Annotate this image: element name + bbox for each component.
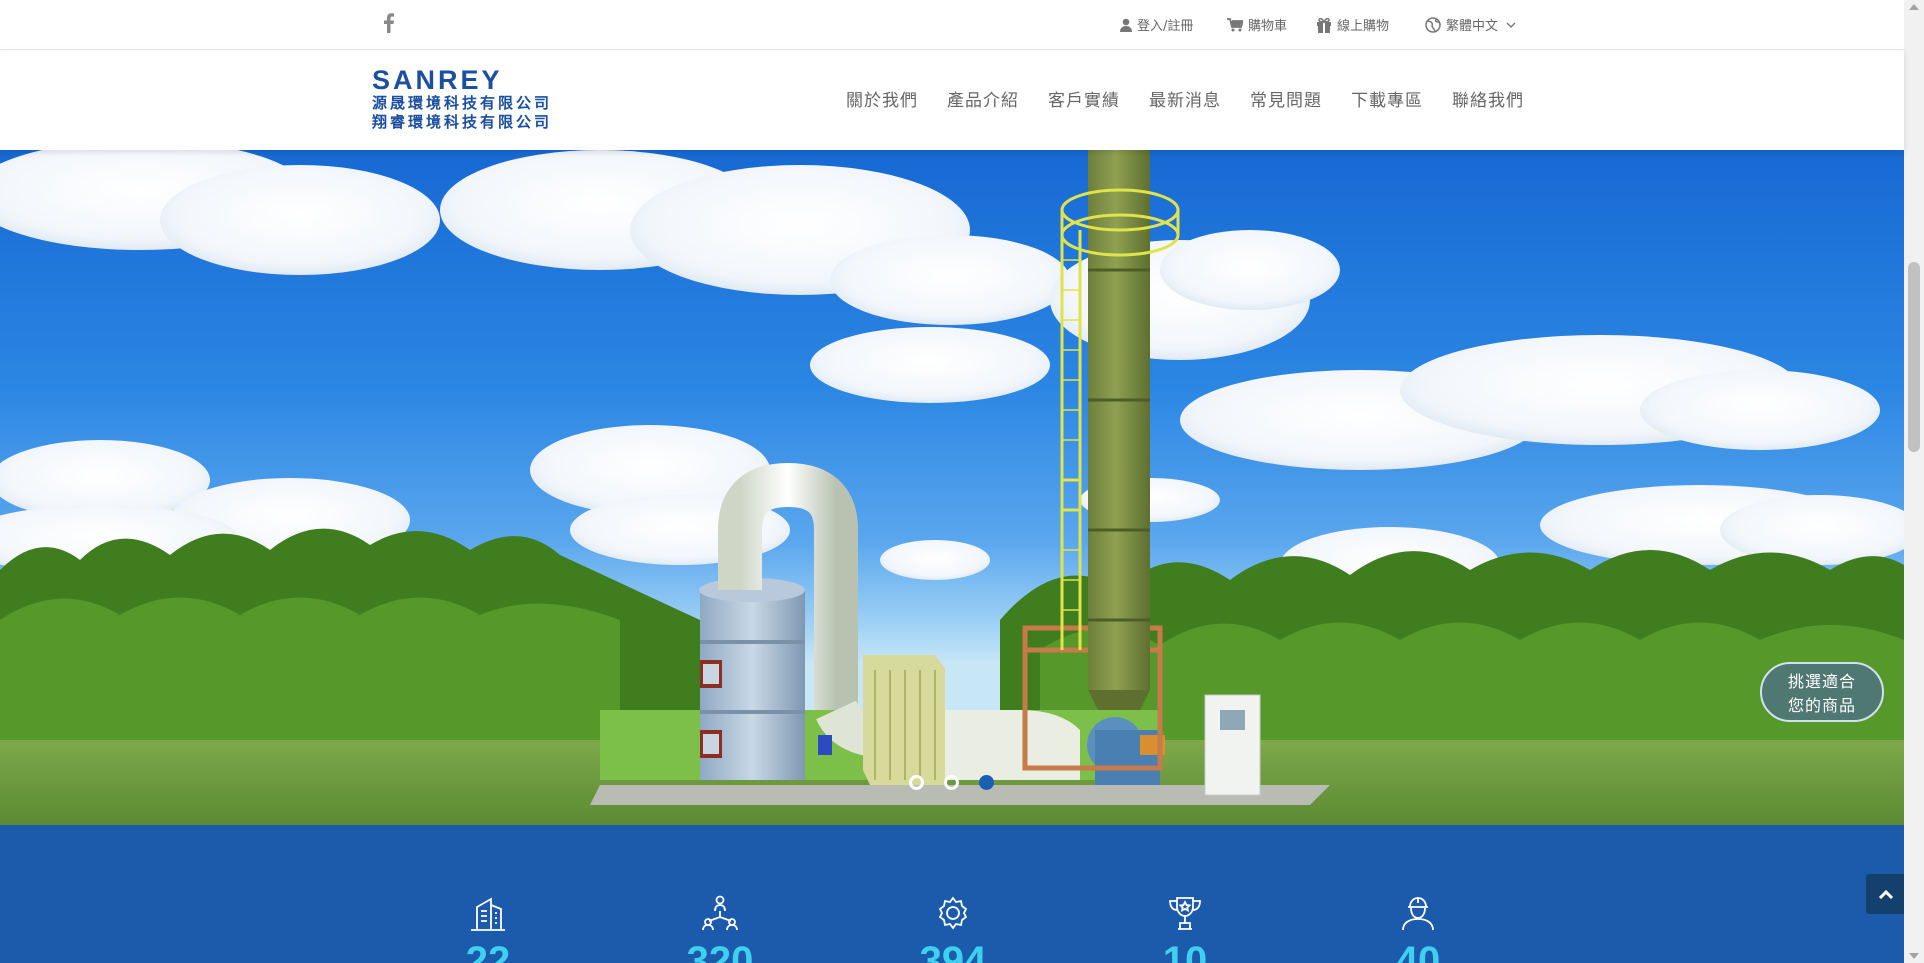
nav-clients[interactable]: 客戶實績 [1048, 86, 1120, 111]
main-menu: 關於我們 產品介紹 客戶實績 最新消息 常見問題 下載專區 聯絡我們 [846, 86, 1553, 111]
main-navbar: SANREY 源晟環境科技有限公司 翔睿環境科技有限公司 關於我們 產品介紹 客… [0, 50, 1904, 150]
nav-products[interactable]: 產品介紹 [947, 86, 1019, 111]
stat-item: 40 [1378, 895, 1458, 963]
stat-value: 40 [1395, 939, 1441, 963]
cart-label: 購物車 [1248, 19, 1288, 34]
scroll-to-top-button[interactable] [1866, 874, 1906, 914]
language-label: 繁體中文 [1446, 19, 1499, 34]
stat-item: 22 [448, 895, 528, 963]
gear-icon [938, 896, 968, 930]
pick-product-button[interactable]: 挑選適合 您的商品 [1760, 662, 1884, 722]
logo-company-line-1: 源晟環境科技有限公司 [372, 94, 553, 112]
company-logo[interactable]: SANREY 源晟環境科技有限公司 翔睿環境科技有限公司 [372, 66, 577, 136]
stat-value: 394 [919, 939, 987, 963]
nav-faq[interactable]: 常見問題 [1250, 86, 1322, 111]
cart-icon [1227, 17, 1243, 31]
stat-value: 10 [1162, 939, 1208, 963]
page-scrollbar[interactable] [1904, 0, 1924, 963]
hero-slider: 挑選適合 您的商品 [0, 150, 1904, 825]
online-shop-link[interactable]: 線上購物 [1316, 15, 1389, 34]
slider-dot-1[interactable] [909, 775, 924, 790]
stat-value: 320 [686, 939, 754, 963]
gift-icon [1317, 17, 1331, 33]
nav-about[interactable]: 關於我們 [846, 86, 918, 111]
stat-item: 320 [680, 895, 760, 963]
stat-item: 10 [1145, 895, 1225, 963]
facebook-icon[interactable] [382, 13, 396, 33]
globe-icon [1425, 16, 1441, 33]
stats-section: 22 320 394 10 40 [0, 825, 1904, 963]
stat-item: 394 [913, 895, 993, 963]
cart-link[interactable]: 購物車 [1227, 15, 1287, 34]
hero-scrubber-tower-image [0, 150, 1904, 825]
slider-pagination [909, 775, 994, 790]
stat-value: 22 [465, 939, 511, 963]
login-register-link[interactable]: 登入/註冊 [1120, 15, 1193, 34]
people-network-icon [702, 895, 738, 931]
trophy-icon [1169, 897, 1201, 930]
language-selector[interactable]: 繁體中文 [1425, 15, 1516, 34]
nav-contact[interactable]: 聯絡我們 [1452, 86, 1524, 111]
pick-button-line-2: 您的商品 [1787, 696, 1856, 715]
top-utility-bar: 登入/註冊 購物車 線上購物 繁體中文 [0, 0, 1904, 50]
engineer-icon [1402, 897, 1434, 931]
shop-label: 線上購物 [1337, 19, 1390, 34]
building-icon [471, 897, 505, 931]
logo-company-line-2: 翔睿環境科技有限公司 [372, 113, 553, 131]
logo-wordmark: SANREY [372, 65, 503, 95]
pick-button-line-1: 挑選適合 [1787, 672, 1856, 691]
chevron-up-icon [1878, 889, 1894, 899]
scroll-down-arrow[interactable] [1909, 953, 1919, 959]
user-icon [1120, 18, 1132, 32]
nav-downloads[interactable]: 下載專區 [1351, 86, 1423, 111]
slider-dot-3[interactable] [979, 775, 994, 790]
login-label: 登入/註冊 [1137, 19, 1194, 34]
slider-dot-2[interactable] [944, 775, 959, 790]
nav-news[interactable]: 最新消息 [1149, 86, 1221, 111]
chevron-down-icon [1506, 22, 1516, 28]
scroll-up-arrow[interactable] [1909, 4, 1919, 10]
scrollbar-thumb[interactable] [1908, 262, 1920, 452]
